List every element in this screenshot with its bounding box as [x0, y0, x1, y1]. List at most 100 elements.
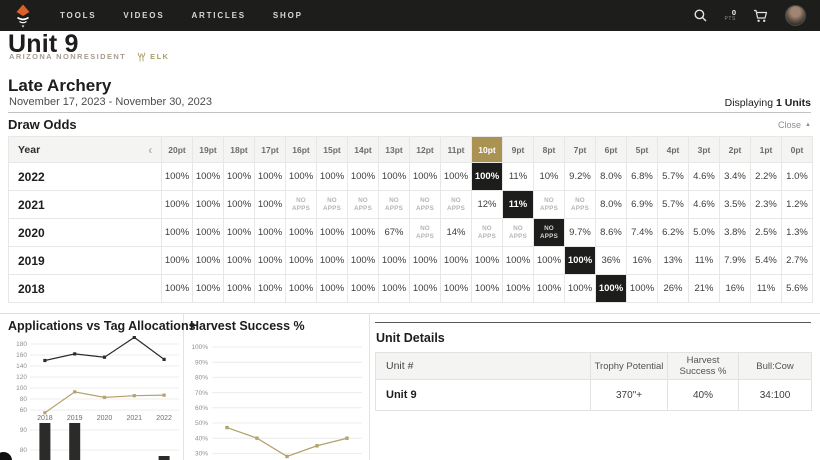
svg-text:70%: 70%	[195, 390, 208, 397]
odds-cell: NOAPPS	[441, 191, 472, 219]
odds-cell: 100%	[255, 191, 286, 219]
displaying-count: Displaying 1 Units	[725, 97, 811, 109]
harvest-success-cell: 40%	[668, 380, 739, 411]
odds-cell: 100%	[162, 247, 193, 275]
odds-col-header-12pt: 12pt	[410, 137, 441, 163]
odds-cell: 100%	[317, 275, 348, 303]
odds-cell: 100%	[441, 247, 472, 275]
odds-cell: 100%	[348, 247, 379, 275]
odds-cell: 5.4%	[751, 247, 782, 275]
odds-cell: 100%	[503, 247, 534, 275]
points-indicator[interactable]: 0 PTS	[724, 9, 736, 23]
svg-text:100: 100	[16, 385, 27, 392]
odds-col-header-14pt: 14pt	[348, 137, 379, 163]
odds-row-2022: 2022100%100%100%100%100%100%100%100%100%…	[9, 163, 813, 191]
nav-links: TOOLS VIDEOS ARTICLES SHOP	[60, 11, 303, 20]
odds-col-header-18pt: 18pt	[224, 137, 255, 163]
apps-vs-tags-line-chart: 180160140120100806020182019202020212022	[8, 336, 182, 422]
odds-cell: 100%	[317, 219, 348, 247]
user-avatar[interactable]	[785, 5, 806, 26]
odds-cell: 1.0%	[782, 163, 813, 191]
brand-logo-icon[interactable]	[14, 4, 32, 28]
odds-cell: 12%	[472, 191, 503, 219]
odds-cell: 5.7%	[658, 191, 689, 219]
svg-text:90: 90	[20, 427, 28, 434]
odds-col-header-2pt: 2pt	[720, 137, 751, 163]
nav-link-videos[interactable]: VIDEOS	[123, 11, 164, 20]
odds-cell: NOAPPS	[534, 191, 565, 219]
search-icon[interactable]	[694, 9, 707, 22]
odds-cell: 100%	[255, 219, 286, 247]
odds-cell: NOAPPS	[379, 191, 410, 219]
harvest-success-chart-title: Harvest Success %	[190, 319, 305, 333]
odds-cell: 100%	[441, 163, 472, 191]
nav-link-articles[interactable]: ARTICLES	[191, 11, 245, 20]
odds-col-header-20pt: 20pt	[162, 137, 193, 163]
odds-cell: 100%	[193, 163, 224, 191]
year-label: Year	[18, 144, 40, 156]
odds-cell: 14%	[441, 219, 472, 247]
col-header-harvest: Harvest Success %	[668, 353, 739, 380]
odds-col-header-16pt: 16pt	[286, 137, 317, 163]
draw-odds-header: Draw Odds Close ▲	[8, 117, 811, 132]
odds-cell: 4.6%	[689, 191, 720, 219]
harvest-success-line-chart: 100%90%80%70%60%50%40%30%	[184, 338, 366, 460]
odds-col-header-3pt: 3pt	[689, 137, 720, 163]
unit-details-row[interactable]: Unit 9 370"+ 40% 34:100	[376, 380, 812, 411]
bottom-section-divider	[0, 313, 820, 314]
odds-cell: 100%	[441, 275, 472, 303]
odds-cell: 100%	[224, 191, 255, 219]
odds-cell: 100%	[193, 191, 224, 219]
odds-col-header-4pt: 4pt	[658, 137, 689, 163]
odds-cell: 100%	[193, 275, 224, 303]
odds-cell: 26%	[658, 275, 689, 303]
odds-cell: 9.7%	[565, 219, 596, 247]
svg-text:120: 120	[16, 374, 27, 381]
svg-text:160: 160	[16, 352, 27, 359]
odds-cell: 100%	[255, 247, 286, 275]
svg-text:2022: 2022	[156, 415, 172, 422]
odds-cell: 100%	[224, 219, 255, 247]
displaying-value: 1 Units	[776, 97, 811, 109]
odds-col-header-9pt: 9pt	[503, 137, 534, 163]
nav-link-shop[interactable]: SHOP	[273, 11, 303, 20]
odds-cell: 100%	[162, 275, 193, 303]
odds-cell: 100%	[348, 163, 379, 191]
odds-cell: 100%	[379, 275, 410, 303]
svg-text:90%: 90%	[195, 359, 208, 366]
trophy-potential-cell: 370"+	[591, 380, 668, 411]
odds-cell: 100%	[193, 247, 224, 275]
svg-text:80: 80	[20, 447, 28, 454]
odds-cell: 100%	[255, 275, 286, 303]
year-cell: 2021	[9, 191, 162, 219]
odds-cell: 7.4%	[627, 219, 658, 247]
odds-cell: 10%	[534, 163, 565, 191]
unit-details-title: Unit Details	[376, 331, 811, 345]
odds-cell: 100%	[379, 163, 410, 191]
odds-cell: NOAPPS	[348, 191, 379, 219]
unit-details-table: Unit # Trophy Potential Harvest Success …	[375, 352, 812, 411]
svg-text:2020: 2020	[97, 415, 113, 422]
odds-cell: 100%	[193, 219, 224, 247]
close-draw-odds-button[interactable]: Close ▲	[778, 120, 811, 130]
odds-cell: 100%	[224, 247, 255, 275]
odds-cell: 3.4%	[720, 163, 751, 191]
points-label: PTS	[724, 17, 736, 22]
page-subtitle: ARIZONA NONRESIDENT ELK	[9, 51, 169, 62]
svg-text:80%: 80%	[195, 375, 208, 382]
odds-cell: NOAPPS	[317, 191, 348, 219]
cart-icon[interactable]	[753, 9, 768, 23]
odds-cell: 13%	[658, 247, 689, 275]
apps-vs-tags-chart-title: Applications vs Tag Allocations	[8, 319, 196, 333]
prev-years-icon[interactable]: ‹	[148, 144, 152, 156]
odds-cell: 21%	[689, 275, 720, 303]
unit-name-cell[interactable]: Unit 9	[376, 380, 591, 411]
odds-col-header-7pt: 7pt	[565, 137, 596, 163]
odds-row-2018: 2018100%100%100%100%100%100%100%100%100%…	[9, 275, 813, 303]
odds-cell: 6.8%	[627, 163, 658, 191]
odds-cell: 11%	[503, 163, 534, 191]
nav-link-tools[interactable]: TOOLS	[60, 11, 96, 20]
odds-col-header-6pt: 6pt	[596, 137, 627, 163]
points-value: 0	[732, 9, 736, 17]
odds-cell: 4.6%	[689, 163, 720, 191]
